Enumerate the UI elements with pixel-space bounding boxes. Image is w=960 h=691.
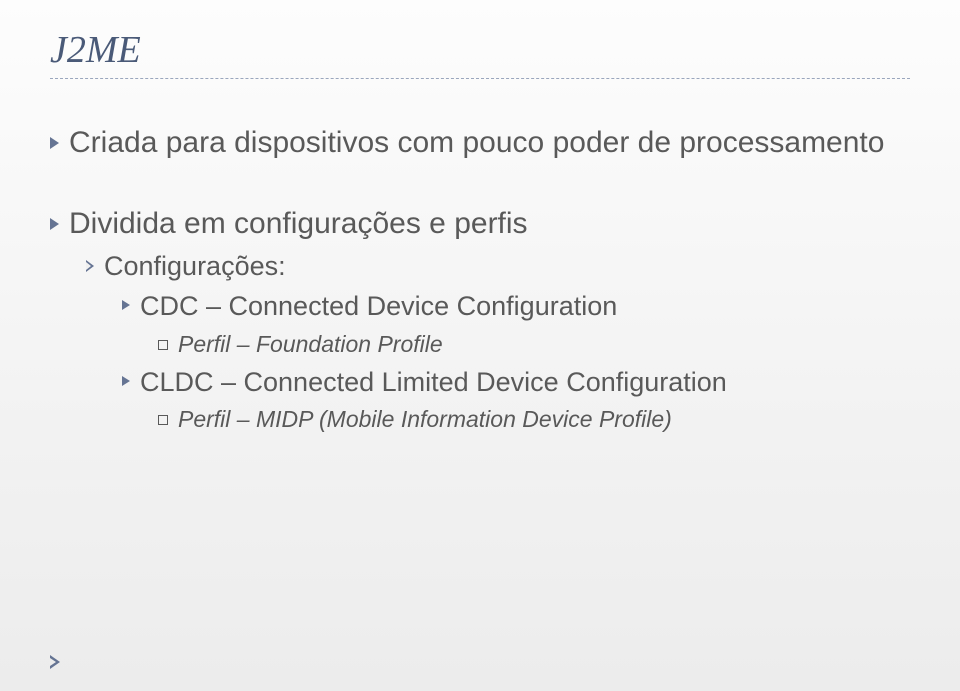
- square-icon: [158, 415, 168, 425]
- bullet-text: Perfil – MIDP (Mobile Information Device…: [178, 404, 672, 435]
- arrow-right-icon: [122, 376, 130, 386]
- bullet-level4: Perfil – MIDP (Mobile Information Device…: [158, 404, 910, 435]
- arrow-right-icon: [50, 137, 59, 149]
- arrow-right-icon: [50, 218, 59, 230]
- slide-title: J2ME: [50, 28, 910, 72]
- bullet-level3: CDC – Connected Device Configuration: [122, 288, 910, 324]
- bullet-text: CLDC – Connected Limited Device Configur…: [140, 364, 727, 400]
- bullet-text: Dividida em configurações e perfis: [69, 204, 528, 245]
- arrow-right-icon: [50, 655, 60, 669]
- arrow-right-icon: [86, 260, 94, 272]
- bullet-text: Configurações:: [104, 248, 286, 284]
- title-divider: [50, 78, 910, 79]
- arrow-right-icon: [122, 300, 130, 310]
- bullet-level3: CLDC – Connected Limited Device Configur…: [122, 364, 910, 400]
- bullet-level2: Configurações:: [86, 248, 910, 284]
- bullet-text: CDC – Connected Device Configuration: [140, 288, 617, 324]
- bullet-level1: Dividida em configurações e perfis: [50, 204, 910, 245]
- bullet-level1: Criada para dispositivos com pouco poder…: [50, 123, 910, 164]
- square-icon: [158, 340, 168, 350]
- bullet-text: Perfil – Foundation Profile: [178, 329, 443, 360]
- bullet-text: Criada para dispositivos com pouco poder…: [69, 123, 884, 164]
- bullet-level4: Perfil – Foundation Profile: [158, 329, 910, 360]
